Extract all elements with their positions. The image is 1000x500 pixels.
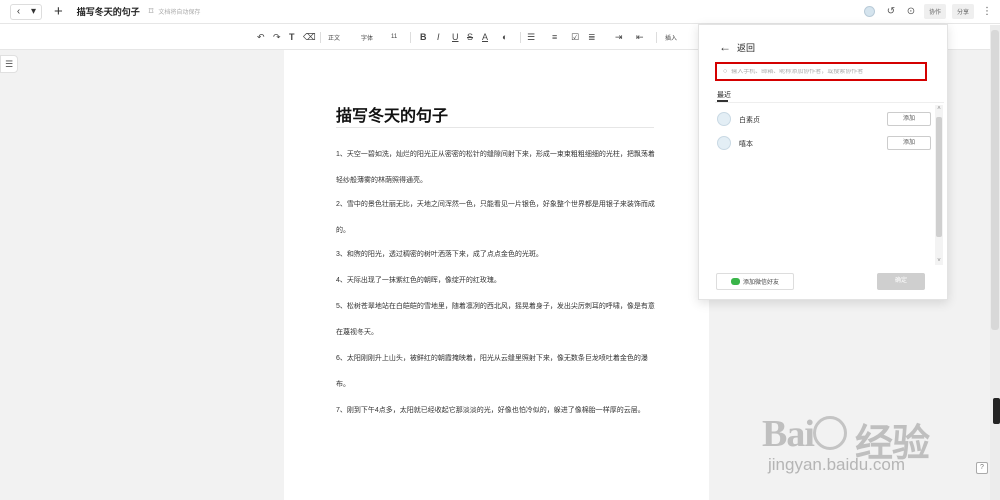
collaborator-search-field[interactable]: ○: [715, 62, 927, 81]
watermark-brand: Bai: [762, 413, 815, 455]
document-page[interactable]: 描写冬天的句子 1、天空一碧如洗，灿烂的阳光正从密密的松针的缝隙间射下来，形成一…: [284, 50, 709, 500]
highlight-color-icon[interactable]: ◐: [502, 24, 507, 50]
new-document-plus-icon[interactable]: +: [54, 3, 63, 20]
autosave-status: 文档将自动保存: [158, 10, 201, 16]
title-divider: [336, 127, 654, 128]
redo-icon[interactable]: ↷: [273, 24, 281, 50]
back-label[interactable]: 返回: [737, 41, 755, 54]
strikethrough-button[interactable]: S: [467, 24, 473, 50]
history-icon[interactable]: ↺: [884, 5, 898, 19]
contact-avatar: [717, 136, 731, 150]
font-color-icon[interactable]: A: [482, 24, 488, 50]
add-contact-button[interactable]: 添加: [887, 136, 931, 150]
bold-button[interactable]: B: [420, 24, 427, 50]
back-arrow-icon[interactable]: ←: [719, 40, 731, 54]
collaborate-button[interactable]: 协作: [923, 4, 946, 19]
scroll-thumb[interactable]: [936, 117, 942, 237]
clock-icon[interactable]: ⊙: [904, 5, 918, 19]
outline-menu-icon[interactable]: ☰: [0, 55, 18, 73]
paragraph-3[interactable]: 3、和煦的阳光，透过稠密的树叶洒落下来，成了点点金色的光斑。: [336, 242, 656, 268]
share-button[interactable]: 分享: [951, 4, 974, 19]
ordered-list-icon[interactable]: ☰: [527, 24, 535, 50]
paragraph-style-dropdown[interactable]: 正文: [328, 24, 340, 50]
collaborator-panel: ← 返回 ○ 最近 白素贞 添加 嘻本 添加 ˄ ˅ 添加微信好友 确定: [698, 24, 948, 300]
contact-avatar: [717, 112, 731, 126]
user-avatar[interactable]: [863, 6, 875, 17]
paragraph-5[interactable]: 5、松树苍翠地站在白皑皑的雪地里，随着凛冽的西北风，摇晃着身子，发出尖厉刺耳的呼…: [336, 294, 656, 346]
page-title[interactable]: 描写冬天的句子: [336, 102, 448, 126]
paragraph-2[interactable]: 2、雪中的景色壮丽无比，天地之间浑然一色，只能看见一片银色，好象整个世界都是用银…: [336, 192, 656, 244]
font-size-dropdown[interactable]: 11: [391, 24, 397, 50]
font-family-dropdown[interactable]: 字体: [361, 24, 373, 50]
bullet-list-icon[interactable]: ≡: [552, 24, 557, 50]
top-bar: ‹ ▾ + 描写冬天的句子 ⌑ 文档将自动保存 ↺ ⊙ 协作 分享 ⋮: [0, 0, 1000, 24]
format-painter-icon[interactable]: T: [289, 24, 295, 50]
scroll-down-icon[interactable]: ˅: [935, 257, 943, 265]
paragraph-6[interactable]: 6、太阳刚刚升上山头，被鲜红的朝霞掩映着，阳光从云缝里照射下来，像无数条巨龙喷吐…: [336, 346, 656, 398]
side-feedback-tab[interactable]: [993, 398, 1000, 424]
bookmark-icon[interactable]: ⌑: [149, 6, 154, 17]
add-contact-button[interactable]: 添加: [887, 112, 931, 126]
wechat-button-label: 添加微信好友: [742, 280, 779, 286]
paragraph-4[interactable]: 4、天际出现了一抹紫红色的朝晖，像绽开的红玫瑰。: [336, 268, 656, 294]
nav-menu-chevron-icon[interactable]: ▾: [26, 5, 41, 19]
paragraph-1[interactable]: 1、天空一碧如洗，灿烂的阳光正从密密的松针的缝隙间射下来，形成一束束粗粗细细的光…: [336, 142, 656, 194]
clear-format-icon[interactable]: ⌫: [303, 24, 316, 50]
more-options-icon[interactable]: ⋮: [980, 5, 994, 19]
italic-button[interactable]: I: [437, 24, 440, 50]
checklist-icon[interactable]: ☑: [571, 24, 579, 50]
insert-dropdown[interactable]: 插入: [665, 24, 677, 50]
watermark-url: jingyan.baidu.com: [768, 455, 906, 474]
tab-divider: [715, 102, 944, 103]
top-right-actions: ↺ ⊙ 协作 分享 ⋮: [863, 4, 994, 19]
contact-row: 白素贞 添加: [715, 109, 931, 129]
tab-recent[interactable]: 最近: [717, 90, 731, 100]
paragraph-7[interactable]: 7、刚到下午4点多，太阳就已经收起它那淡淡的光，好像也怕冷似的，躲进了像棉胎一样…: [336, 398, 656, 424]
indent-increase-icon[interactable]: ⇥: [615, 24, 623, 50]
page-scroll-thumb[interactable]: [991, 30, 999, 330]
watermark-paw-icon: [813, 416, 847, 450]
contact-row: 嘻本 添加: [715, 133, 931, 153]
add-wechat-friend-button[interactable]: 添加微信好友: [716, 273, 794, 290]
search-icon: ○: [723, 68, 728, 75]
back-nav-icon[interactable]: ‹: [11, 5, 26, 19]
align-icon[interactable]: ≣: [588, 24, 596, 50]
collaborator-search-input[interactable]: [731, 68, 922, 75]
nav-group: ‹ ▾: [10, 3, 42, 20]
contact-name: 白素贞: [739, 117, 760, 124]
scroll-up-icon[interactable]: ˄: [935, 105, 943, 113]
undo-icon[interactable]: ↶: [257, 24, 265, 50]
contact-list-scrollbar[interactable]: ˄ ˅: [935, 105, 943, 265]
confirm-button[interactable]: 确定: [877, 273, 925, 290]
contact-name: 嘻本: [739, 141, 753, 148]
underline-button[interactable]: U: [452, 24, 459, 50]
indent-decrease-icon[interactable]: ⇤: [636, 24, 644, 50]
document-title[interactable]: 描写冬天的句子: [77, 5, 140, 18]
help-icon[interactable]: ?: [976, 462, 988, 474]
wechat-icon: [730, 278, 740, 285]
